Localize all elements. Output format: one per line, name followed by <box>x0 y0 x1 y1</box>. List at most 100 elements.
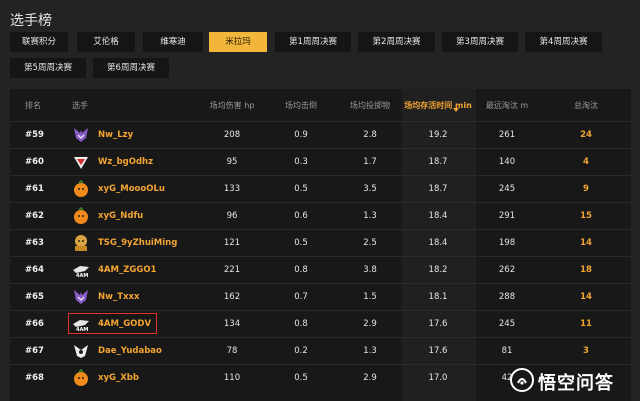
table-row[interactable]: #64 4AM 4AM_ZGGO1 221 0.8 3.8 18.2 262 18 <box>10 256 631 283</box>
table-row[interactable]: #66 4AM 4AM_GODV 134 0.8 2.9 17.6 245 11 <box>10 310 631 337</box>
throws-cell: 2.9 <box>363 373 377 383</box>
kills-cell: 11 <box>580 319 592 329</box>
kills-cell: 4 <box>583 157 589 167</box>
table-row[interactable]: #61 xyG_MoooOLu 133 0.5 3.5 18.7 245 9 <box>10 175 631 202</box>
survival-cell: 17.0 <box>428 373 448 383</box>
rank-cell: #67 <box>25 346 44 356</box>
damage-cell: 221 <box>223 265 241 275</box>
throws-cell: 1.7 <box>363 157 377 167</box>
survival-cell: 17.6 <box>428 346 448 356</box>
throws-cell: 1.3 <box>363 346 377 356</box>
player-name-link[interactable]: 4AM_ZGGO1 <box>98 265 156 275</box>
longest-cell: 81 <box>501 346 513 356</box>
header-longest[interactable]: 最远淘汰 m <box>486 100 528 111</box>
survival-cell: 18.4 <box>428 211 448 221</box>
throws-cell: 2.8 <box>363 130 377 140</box>
rank-cell: #66 <box>25 319 44 329</box>
table-row[interactable]: #65 Nw_Txxx 162 0.7 1.5 18.1 288 14 <box>10 283 631 310</box>
header-kills[interactable]: 总淘汰 <box>574 100 598 111</box>
svg-text:4AM: 4AM <box>76 273 88 279</box>
kills-cell: 15 <box>580 211 592 221</box>
table-row[interactable]: #60 Wz_bgOdhz 95 0.3 1.7 18.7 140 4 <box>10 148 631 175</box>
wukong-watermark: 悟空问答 <box>510 366 635 394</box>
damage-cell: 208 <box>223 130 241 140</box>
survival-cell: 18.7 <box>428 184 448 194</box>
survival-cell: 18.2 <box>428 265 448 275</box>
tab-league-points[interactable]: 联赛积分 <box>10 32 68 52</box>
tsg-logo <box>72 234 90 252</box>
tab-week6-final[interactable]: 第6周周决赛 <box>93 58 169 78</box>
player-name-link[interactable]: xyG_Xbb <box>98 373 139 383</box>
player-name-link[interactable]: Nw_Lzy <box>98 130 133 140</box>
longest-cell: 262 <box>498 265 516 275</box>
table-row[interactable]: #63 TSG_9yZhuiMing 121 0.5 2.5 18.4 198 14 <box>10 229 631 256</box>
player-name-link[interactable]: TSG_9yZhuiMing <box>98 238 177 248</box>
tab-miramar[interactable]: 米拉玛 <box>209 32 267 52</box>
kills-cell: 18 <box>580 265 592 275</box>
rank-cell: #68 <box>25 373 44 383</box>
knocks-cell: 0.8 <box>294 265 308 275</box>
damage-cell: 78 <box>226 346 238 356</box>
kills-cell: 14 <box>580 238 592 248</box>
throws-cell: 3.5 <box>363 184 377 194</box>
header-damage[interactable]: 场均伤害 hp <box>210 100 255 111</box>
header-throws[interactable]: 场均投掷物 <box>350 100 390 111</box>
wz-logo <box>72 153 90 171</box>
rank-cell: #60 <box>25 157 44 167</box>
xyg-orange-logo <box>72 179 90 198</box>
longest-cell: 261 <box>498 130 516 140</box>
tab-week3-final[interactable]: 第3周周决赛 <box>442 32 518 52</box>
table-row[interactable]: #67 Dae_Yudabao 78 0.2 1.3 17.6 81 3 <box>10 337 631 364</box>
table-header: 排名 选手 场均伤害 hp 场均击倒 场均投掷物 场均存活时间 min 最远淘汰… <box>10 89 631 121</box>
tab-week4-final[interactable]: 第4周周决赛 <box>525 32 602 52</box>
longest-cell: 288 <box>498 292 516 302</box>
4am-logo: 4AM <box>72 261 90 279</box>
header-rank: 排名 <box>25 101 41 110</box>
kills-cell: 3 <box>583 346 589 356</box>
player-name-link[interactable]: xyG_Ndfu <box>98 211 143 221</box>
damage-cell: 121 <box>223 238 241 248</box>
player-name-link[interactable]: xyG_MoooOLu <box>98 184 165 194</box>
survival-cell: 19.2 <box>428 130 448 140</box>
table-row[interactable]: #62 xyG_Ndfu 96 0.6 1.3 18.4 291 15 <box>10 202 631 229</box>
player-name-link[interactable]: Wz_bgOdhz <box>98 157 153 167</box>
header-knocks[interactable]: 场均击倒 <box>285 100 317 111</box>
header-survival[interactable]: 场均存活时间 min <box>404 100 472 111</box>
knocks-cell: 0.3 <box>294 157 308 167</box>
tab-vikendi[interactable]: 维寒迪 <box>143 32 203 52</box>
damage-cell: 110 <box>223 373 241 383</box>
watermark-text: 悟空问答 <box>538 373 614 394</box>
sort-desc-icon <box>453 108 459 112</box>
xyg-orange-logo <box>72 368 90 387</box>
table-row[interactable]: #59 Nw_Lzy 208 0.9 2.8 19.2 261 24 <box>10 121 631 148</box>
page-title: 选手榜 <box>10 13 52 29</box>
highlight-box <box>68 313 157 334</box>
rank-cell: #62 <box>25 211 44 221</box>
kills-cell: 14 <box>580 292 592 302</box>
nw-wolf-logo <box>72 288 90 306</box>
nw-wolf-logo <box>72 126 90 144</box>
survival-cell: 18.7 <box>428 157 448 167</box>
player-name-link[interactable]: Nw_Txxx <box>98 292 139 302</box>
knocks-cell: 0.7 <box>294 292 308 302</box>
damage-cell: 95 <box>226 157 238 167</box>
knocks-cell: 0.9 <box>294 130 308 140</box>
rank-cell: #59 <box>25 130 44 140</box>
knocks-cell: 0.6 <box>294 211 308 221</box>
damage-cell: 96 <box>226 211 238 221</box>
tab-week5-final[interactable]: 第5周周决赛 <box>10 58 86 78</box>
rank-cell: #61 <box>25 184 44 194</box>
knocks-cell: 0.5 <box>294 373 308 383</box>
damage-cell: 134 <box>223 319 241 329</box>
damage-cell: 162 <box>223 292 241 302</box>
rank-cell: #65 <box>25 292 44 302</box>
tab-week2-final[interactable]: 第2周周决赛 <box>358 32 435 52</box>
longest-cell: 245 <box>498 184 516 194</box>
header-player: 选手 <box>72 101 88 110</box>
dae-logo <box>72 342 90 360</box>
player-name-link[interactable]: Dae_Yudabao <box>98 346 162 356</box>
longest-cell: 245 <box>498 319 516 329</box>
tab-erangel[interactable]: 艾伦格 <box>77 32 135 52</box>
tab-week1-final[interactable]: 第1周周决赛 <box>275 32 351 52</box>
player-table: 排名 选手 场均伤害 hp 场均击倒 场均投掷物 场均存活时间 min 最远淘汰… <box>10 89 631 401</box>
